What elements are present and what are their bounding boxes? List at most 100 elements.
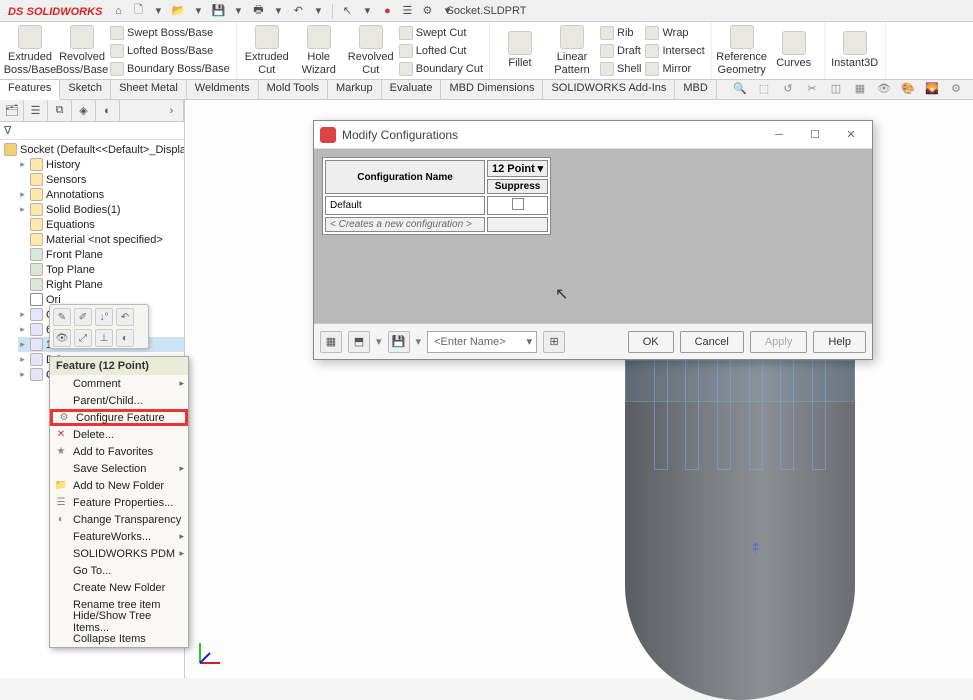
configuration-manager-tab-icon[interactable]: ⧉ xyxy=(48,100,72,121)
menu-add-new-folder[interactable]: 📁Add to New Folder xyxy=(50,477,188,494)
dropdown-icon[interactable]: ▾ xyxy=(270,3,286,19)
col-config-name[interactable]: Configuration Name xyxy=(325,160,485,194)
tree-filter[interactable]: ∇ xyxy=(0,122,184,140)
undo-icon[interactable]: ↶ xyxy=(290,3,306,19)
suppress-icon[interactable]: ↓° xyxy=(95,308,113,326)
extruded-boss-button[interactable]: Extruded Boss/Base xyxy=(6,25,54,77)
edit-feature-icon[interactable]: ✎ xyxy=(53,308,71,326)
config-row-new[interactable]: < Creates a new configuration > xyxy=(325,217,548,232)
tree-top-plane[interactable]: Top Plane xyxy=(18,262,184,277)
hole-wizard-button[interactable]: Hole Wizard xyxy=(295,25,343,77)
swept-cut-button[interactable]: Swept Cut xyxy=(399,25,483,41)
model-body[interactable] xyxy=(625,360,855,700)
draft-button[interactable]: Draft xyxy=(600,43,641,59)
curves-button[interactable]: Curves xyxy=(770,25,818,77)
dimxpert-manager-tab-icon[interactable]: ◈ xyxy=(72,100,96,121)
menu-change-transparency[interactable]: ◐Change Transparency xyxy=(50,511,188,528)
menu-parent-child[interactable]: Parent/Child... xyxy=(50,392,188,409)
normal-to-icon[interactable]: ⊥ xyxy=(95,329,113,347)
appearance-icon[interactable]: ◐ xyxy=(116,329,134,347)
maximize-button[interactable]: ☐ xyxy=(800,124,830,146)
save-table-view-icon[interactable]: 💾 xyxy=(388,331,410,353)
tree-annotations[interactable]: ▸Annotations xyxy=(18,187,184,202)
display-style-icon[interactable]: ▦ xyxy=(851,82,869,98)
menu-comment[interactable]: Comment xyxy=(50,375,188,392)
menu-add-favorites[interactable]: ★Add to Favorites xyxy=(50,443,188,460)
section-view-icon[interactable]: ✂ xyxy=(803,82,821,98)
menu-create-new-folder[interactable]: Create New Folder xyxy=(50,579,188,596)
menu-configure-feature[interactable]: ⚙Configure Feature xyxy=(50,409,188,426)
tab-sheet-metal[interactable]: Sheet Metal xyxy=(111,80,187,99)
print-icon[interactable]: 🖶 xyxy=(250,3,266,19)
shell-button[interactable]: Shell xyxy=(600,61,641,77)
feature-manager-tab-icon[interactable]: 🗂 xyxy=(0,100,24,121)
reference-geometry-button[interactable]: Reference Geometry xyxy=(718,25,766,77)
col-suppress[interactable]: Suppress xyxy=(487,179,548,194)
view-settings-icon[interactable]: ⚙ xyxy=(947,82,965,98)
cancel-button[interactable]: Cancel xyxy=(680,331,744,353)
zoom-area-icon[interactable]: ⬚ xyxy=(755,82,773,98)
tree-right-plane[interactable]: Right Plane xyxy=(18,277,184,292)
new-icon[interactable]: 🗋 xyxy=(130,3,146,19)
edit-sketch-icon[interactable]: ✐ xyxy=(74,308,92,326)
wrap-button[interactable]: Wrap xyxy=(645,25,704,41)
settings-icon[interactable]: ⚙ xyxy=(419,3,435,19)
revolved-boss-button[interactable]: Revolved Boss/Base xyxy=(58,25,106,77)
boundary-cut-button[interactable]: Boundary Cut xyxy=(399,61,483,77)
tree-history[interactable]: ▸History xyxy=(18,157,184,172)
previous-view-icon[interactable]: ↺ xyxy=(779,82,797,98)
flyout-arrow-icon[interactable]: › xyxy=(160,100,184,121)
tree-material[interactable]: Material <not specified> xyxy=(18,232,184,247)
all-parameters-icon[interactable]: ⬒ xyxy=(348,331,370,353)
menu-pdm[interactable]: SOLIDWORKS PDM xyxy=(50,545,188,562)
hide-show-columns-icon[interactable]: ⊞ xyxy=(543,331,565,353)
menu-delete[interactable]: ✕Delete... xyxy=(50,426,188,443)
menu-collapse[interactable]: Collapse Items xyxy=(50,630,188,647)
dropdown-icon[interactable]: ▾ xyxy=(310,3,326,19)
revolved-cut-button[interactable]: Revolved Cut xyxy=(347,25,395,77)
hide-icon[interactable]: 👁 xyxy=(53,329,71,347)
menu-hide-show-tree[interactable]: Hide/Show Tree Items... xyxy=(50,613,188,630)
dropdown-icon[interactable]: ▾ xyxy=(538,163,544,175)
menu-save-selection[interactable]: Save Selection xyxy=(50,460,188,477)
mirror-button[interactable]: Mirror xyxy=(645,61,704,77)
tab-evaluate[interactable]: Evaluate xyxy=(382,80,442,99)
tree-solid-bodies[interactable]: ▸Solid Bodies(1) xyxy=(18,202,184,217)
select-icon[interactable]: ↖ xyxy=(339,3,355,19)
display-manager-tab-icon[interactable]: ◐ xyxy=(96,100,120,121)
dialog-titlebar[interactable]: Modify Configurations ─ ☐ ✕ xyxy=(314,121,872,149)
rib-button[interactable]: Rib xyxy=(600,25,641,41)
tree-root[interactable]: Socket (Default<<Default>_Display Stat xyxy=(4,142,184,157)
open-icon[interactable]: 📂 xyxy=(170,3,186,19)
hide-show-icon[interactable]: 👁 xyxy=(875,82,893,98)
config-row-default[interactable]: Default xyxy=(325,196,548,215)
close-button[interactable]: ✕ xyxy=(836,124,866,146)
save-icon[interactable]: 💾 xyxy=(210,3,226,19)
menu-featureworks[interactable]: FeatureWorks... xyxy=(50,528,188,545)
help-button[interactable]: Help xyxy=(813,331,866,353)
intersect-button[interactable]: Intersect xyxy=(645,43,704,59)
rebuild-icon[interactable]: ● xyxy=(379,3,395,19)
zoom-to-icon[interactable]: ⤢ xyxy=(74,329,92,347)
tab-weldments[interactable]: Weldments xyxy=(187,80,259,99)
table-view-icon[interactable]: ▦ xyxy=(320,331,342,353)
dropdown-icon[interactable]: ▾ xyxy=(230,3,246,19)
ok-button[interactable]: OK xyxy=(628,331,674,353)
property-manager-tab-icon[interactable]: ☰ xyxy=(24,100,48,121)
tab-addins[interactable]: SOLIDWORKS Add-Ins xyxy=(543,80,675,99)
dropdown-icon[interactable]: ▾ xyxy=(150,3,166,19)
tab-sketch[interactable]: Sketch xyxy=(60,80,111,99)
tree-sensors[interactable]: Sensors xyxy=(18,172,184,187)
col-feature-name[interactable]: 12 Point ▾ xyxy=(487,160,548,177)
tab-markup[interactable]: Markup xyxy=(328,80,382,99)
tab-mbd-dimensions[interactable]: MBD Dimensions xyxy=(441,80,543,99)
minimize-button[interactable]: ─ xyxy=(764,124,794,146)
name-combo[interactable]: <Enter Name> xyxy=(427,331,537,353)
lofted-boss-button[interactable]: Lofted Boss/Base xyxy=(110,43,230,59)
fillet-button[interactable]: Fillet xyxy=(496,25,544,77)
tab-features[interactable]: Features xyxy=(0,80,60,100)
tree-front-plane[interactable]: Front Plane xyxy=(18,247,184,262)
rollback-icon[interactable]: ↶ xyxy=(116,308,134,326)
linear-pattern-button[interactable]: Linear Pattern xyxy=(548,25,596,77)
menu-feature-properties[interactable]: ☰Feature Properties... xyxy=(50,494,188,511)
